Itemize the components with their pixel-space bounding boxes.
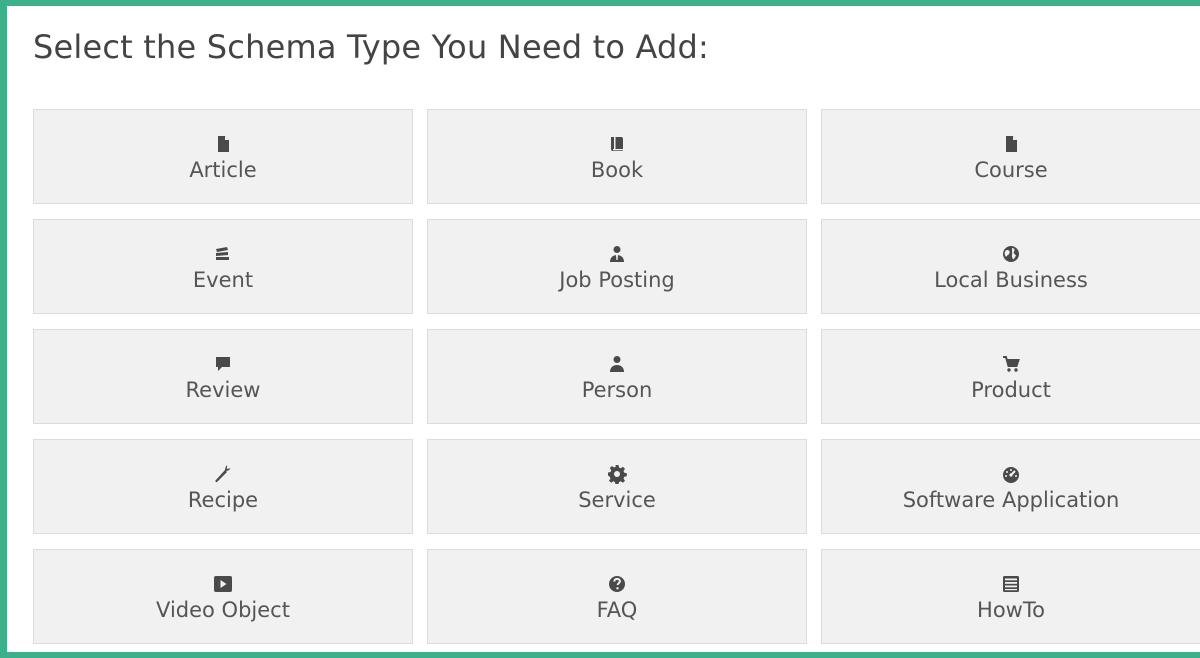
schema-type-label: Article <box>189 157 257 182</box>
comment-icon <box>212 353 234 375</box>
schema-type-recipe[interactable]: Recipe <box>33 439 413 534</box>
schema-type-faq[interactable]: FAQ <box>427 549 807 644</box>
list-icon <box>1000 573 1022 595</box>
schema-type-service[interactable]: Service <box>427 439 807 534</box>
schema-type-course[interactable]: Course <box>821 109 1200 204</box>
schema-type-job-posting[interactable]: Job Posting <box>427 219 807 314</box>
schema-type-video-object[interactable]: Video Object <box>33 549 413 644</box>
file-icon <box>212 133 234 155</box>
schema-type-label: Service <box>578 487 656 512</box>
schema-type-label: Review <box>185 377 261 402</box>
cart-icon <box>1000 353 1022 375</box>
schema-type-label: Job Posting <box>559 267 675 292</box>
schema-type-book[interactable]: Book <box>427 109 807 204</box>
schema-type-label: Book <box>590 157 644 182</box>
user-tie-icon <box>606 243 628 265</box>
schema-selector-panel: Select the Schema Type You Need to Add: … <box>0 0 1200 658</box>
schema-type-grid: Article Book Course Event Job Posting Lo… <box>33 109 1200 644</box>
gear-icon <box>606 463 628 485</box>
dashboard-icon <box>1000 463 1022 485</box>
schema-type-review[interactable]: Review <box>33 329 413 424</box>
globe-icon <box>1000 243 1022 265</box>
schema-type-label: Product <box>971 377 1051 402</box>
schema-type-label: Local Business <box>934 267 1088 292</box>
schema-type-label: FAQ <box>596 597 638 622</box>
schema-type-label: Recipe <box>187 487 259 512</box>
schema-type-howto[interactable]: HowTo <box>821 549 1200 644</box>
schema-type-label: Video Object <box>156 597 290 622</box>
schema-type-local-business[interactable]: Local Business <box>821 219 1200 314</box>
page-title: Select the Schema Type You Need to Add: <box>33 28 710 66</box>
schema-type-software-application[interactable]: Software Application <box>821 439 1200 534</box>
video-play-icon <box>212 573 234 595</box>
schema-type-event[interactable]: Event <box>33 219 413 314</box>
file-icon <box>1000 133 1022 155</box>
user-icon <box>606 353 628 375</box>
question-circle-icon <box>606 573 628 595</box>
book-icon <box>606 133 628 155</box>
schema-type-article[interactable]: Article <box>33 109 413 204</box>
schema-type-product[interactable]: Product <box>821 329 1200 424</box>
carrot-icon <box>212 463 234 485</box>
schema-type-label: Course <box>974 157 1048 182</box>
schema-type-label: Software Application <box>902 487 1120 512</box>
schema-type-label: HowTo <box>977 597 1045 622</box>
schema-type-label: Person <box>581 377 653 402</box>
schema-type-person[interactable]: Person <box>427 329 807 424</box>
schema-type-label: Event <box>192 267 254 292</box>
ticket-icon <box>212 243 234 265</box>
